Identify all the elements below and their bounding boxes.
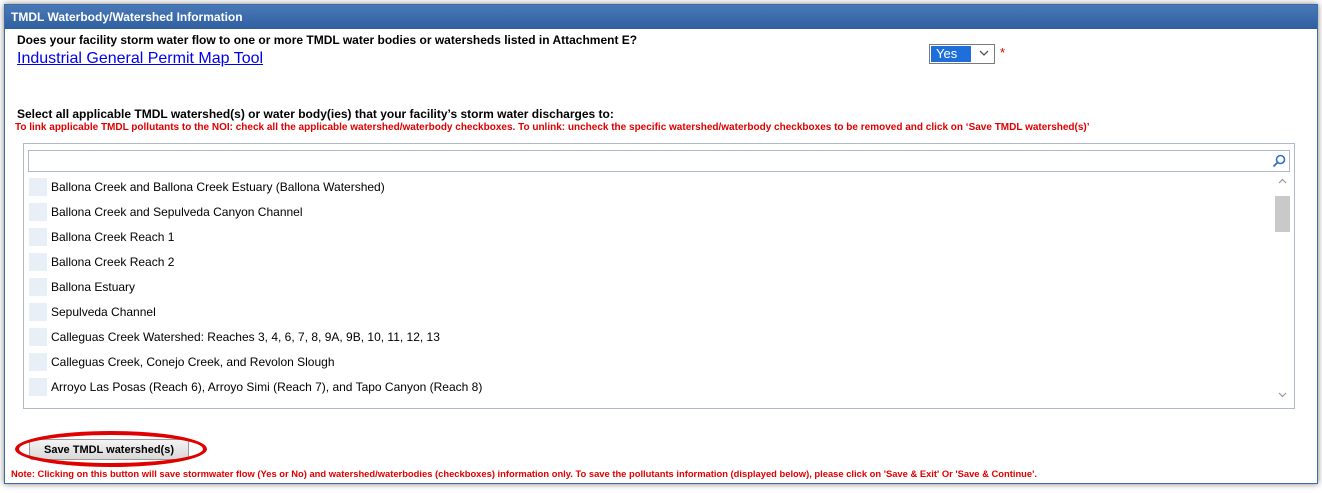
watershed-checkbox[interactable] xyxy=(29,252,47,271)
watershed-label: Calleguas Creek Watershed: Reaches 3, 4,… xyxy=(51,329,440,344)
watershed-label: Arroyo Las Posas (Reach 6), Arroyo Simi … xyxy=(51,379,483,394)
watershed-checkbox[interactable] xyxy=(29,277,47,296)
tmdl-panel: TMDL Waterbody/Watershed Information Doe… xyxy=(4,4,1318,484)
watershed-label: Calleguas Creek, Conejo Creek, and Revol… xyxy=(51,354,335,369)
list-item[interactable]: Ballona Creek and Ballona Creek Estuary … xyxy=(24,174,1274,199)
required-marker: * xyxy=(1000,45,1006,60)
watershed-label: Ballona Estuary xyxy=(51,279,136,294)
selection-instructions: To link applicable TMDL pollutants to th… xyxy=(15,122,1090,133)
watershed-checkbox[interactable] xyxy=(29,177,47,196)
watershed-checkbox[interactable] xyxy=(29,302,47,321)
watershed-label: Ballona Creek Reach 1 xyxy=(51,229,175,244)
list-scrollbar[interactable] xyxy=(1274,176,1291,406)
watershed-checkbox[interactable] xyxy=(29,202,47,221)
watershed-list: Ballona Creek and Ballona Creek Estuary … xyxy=(24,174,1274,399)
save-note: Note: Clicking on this button will save … xyxy=(11,468,1037,479)
select-value: Yes xyxy=(931,46,971,62)
stormwater-flow-select[interactable]: Yes xyxy=(929,44,995,64)
scroll-thumb[interactable] xyxy=(1275,196,1290,232)
watershed-checkbox[interactable] xyxy=(29,327,47,346)
list-item[interactable]: Ballona Creek Reach 2 xyxy=(24,249,1274,274)
watershed-label: Ballona Creek and Sepulveda Canyon Chann… xyxy=(51,204,303,219)
list-item[interactable]: Sepulveda Channel xyxy=(24,299,1274,324)
chevron-up-icon[interactable] xyxy=(1274,176,1291,193)
list-item[interactable]: Ballona Creek and Sepulveda Canyon Chann… xyxy=(24,199,1274,224)
watershed-listbox: Ballona Creek and Ballona Creek Estuary … xyxy=(23,143,1295,409)
list-item[interactable]: Ballona Creek Reach 1 xyxy=(24,224,1274,249)
watershed-checkbox[interactable] xyxy=(29,377,47,396)
list-item[interactable]: Calleguas Creek, Conejo Creek, and Revol… xyxy=(24,349,1274,374)
selection-label: Select all applicable TMDL watershed(s) … xyxy=(17,107,614,121)
save-tmdl-button[interactable]: Save TMDL watershed(s) xyxy=(29,439,189,460)
chevron-down-icon[interactable] xyxy=(1274,389,1291,406)
chevron-down-icon xyxy=(978,47,990,63)
map-tool-link[interactable]: Industrial General Permit Map Tool xyxy=(17,50,263,68)
list-item[interactable]: Ballona Estuary xyxy=(24,274,1274,299)
search-icon[interactable] xyxy=(1271,153,1287,169)
watershed-checkbox[interactable] xyxy=(29,352,47,371)
watershed-label: Ballona Creek and Ballona Creek Estuary … xyxy=(51,179,385,194)
watershed-label: Sepulveda Channel xyxy=(51,304,156,319)
watershed-label: Ballona Creek Reach 2 xyxy=(51,254,175,269)
watershed-checkbox[interactable] xyxy=(29,227,47,246)
question-text: Does your facility storm water flow to o… xyxy=(17,33,638,47)
list-item[interactable]: Arroyo Las Posas (Reach 6), Arroyo Simi … xyxy=(24,374,1274,399)
watershed-search-input[interactable] xyxy=(28,150,1290,172)
list-item[interactable]: Calleguas Creek Watershed: Reaches 3, 4,… xyxy=(24,324,1274,349)
section-title: TMDL Waterbody/Watershed Information xyxy=(5,5,1317,29)
